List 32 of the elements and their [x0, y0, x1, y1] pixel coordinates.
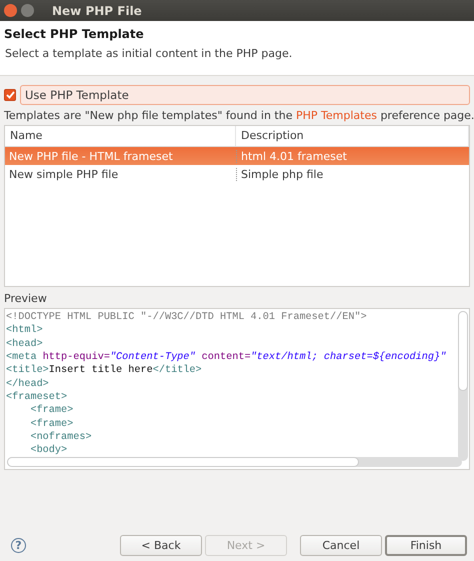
close-button[interactable] — [4, 4, 17, 17]
horizontal-scrollbar[interactable] — [7, 457, 462, 467]
page-description: Select a template as initial content in the PHP page. — [4, 47, 294, 60]
code-line: </head> — [6, 378, 50, 392]
code-line: <frame> — [29, 404, 74, 418]
checkbox-label[interactable]: Use PHP Template — [20, 85, 470, 105]
vertical-scrollbar[interactable] — [458, 311, 468, 461]
table-cell-text: New simple PHP file — [8, 168, 120, 180]
code-line: <frameset> — [6, 391, 68, 404]
table-cell: html 4.01 frameset — [236, 150, 469, 162]
checkbox[interactable] — [4, 89, 16, 101]
code-line: <noframes> — [29, 431, 93, 444]
code-line: <body> — [29, 444, 68, 458]
minimize-button[interactable] — [21, 4, 34, 17]
table-cell-text: New PHP file - HTML frameset — [8, 150, 174, 162]
code-line: <meta http-equiv="Content-Type" content="text/html; charset=${encoding}" — [6, 351, 448, 364]
column-header[interactable]: Description — [236, 126, 469, 146]
table-row[interactable]: New simple PHP file Simple php file — [5, 165, 469, 183]
table-cell: Simple php file — [236, 168, 469, 180]
page-title: Select PHP Template — [4, 27, 145, 41]
code-line: <frame> — [29, 418, 74, 432]
code-line: <head> — [6, 338, 44, 352]
code-line: <html> — [6, 324, 44, 338]
code-line: <!DOCTYPE HTML PUBLIC "-//W3C//DTD HTML 4.01 Frameset//EN"> — [6, 311, 368, 324]
column-header[interactable]: Name — [5, 126, 236, 146]
dialog-button[interactable]: Finish — [385, 535, 467, 556]
preview-label: Preview — [4, 292, 48, 305]
dialog-button[interactable]: < Back — [120, 535, 202, 556]
help-button[interactable]: ? — [11, 538, 26, 553]
dialog-button[interactable]: Cancel — [300, 535, 382, 556]
code-line: <title>Insert title here</title> — [6, 364, 203, 378]
window-title: New PHP File — [52, 4, 142, 18]
